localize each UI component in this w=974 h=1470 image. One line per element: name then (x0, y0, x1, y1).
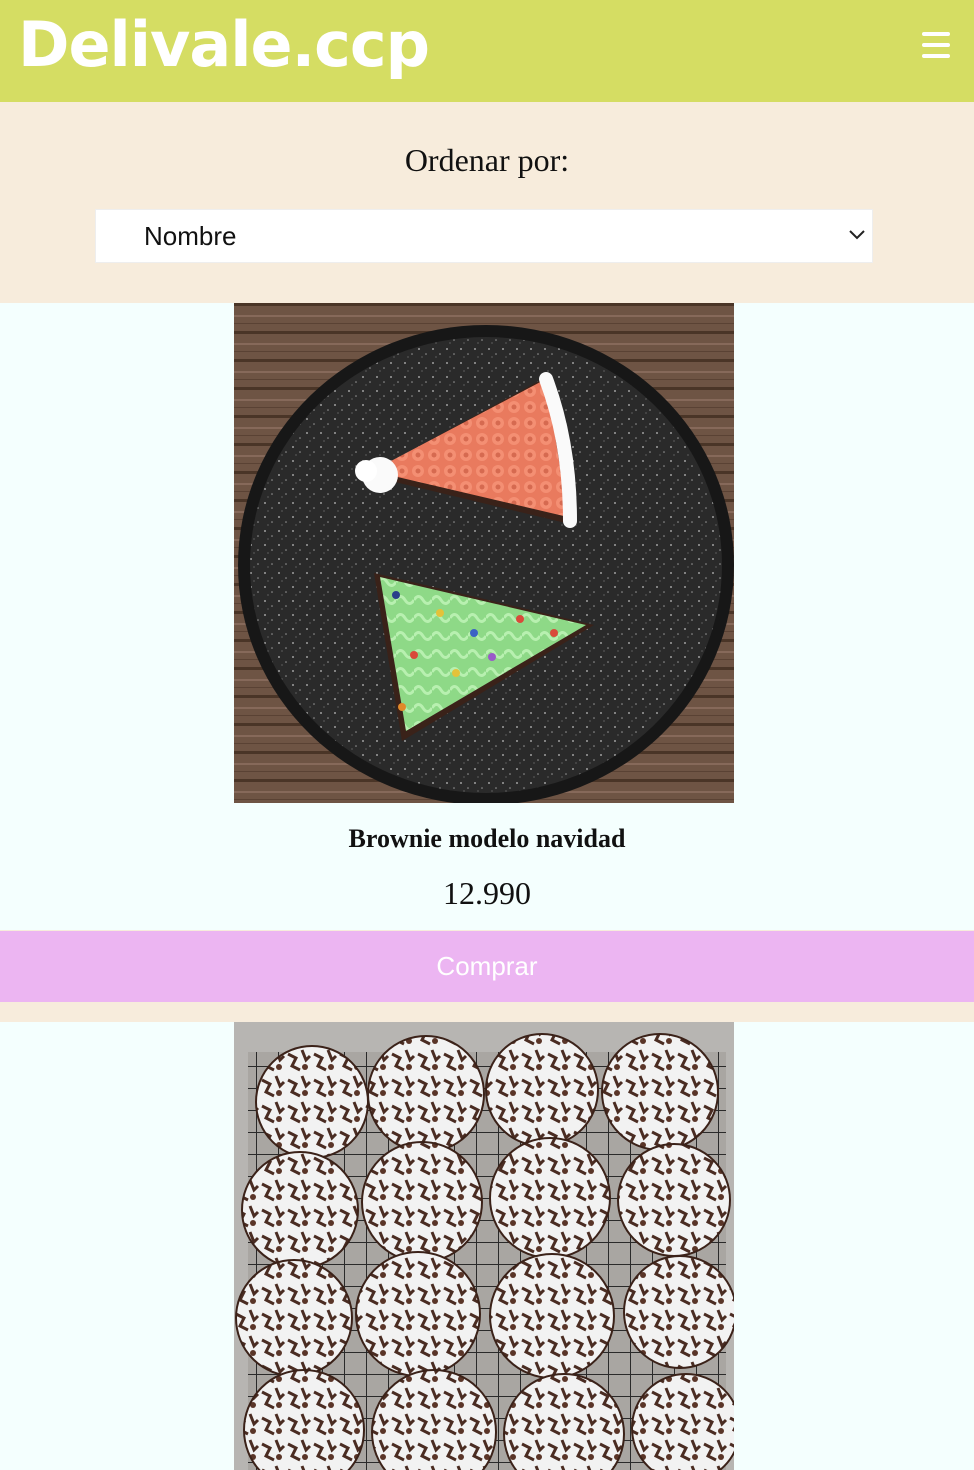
product-name[interactable]: Brownie modelo navidad (0, 821, 974, 857)
sort-select[interactable]: Nombre (95, 209, 873, 263)
product-card: Brownie modelo navidad 12.990 (0, 303, 974, 930)
product-image[interactable] (234, 1022, 734, 1470)
site-logo[interactable]: Delivale.ccp (18, 4, 430, 86)
product-price: 12.990 (443, 875, 531, 911)
product-card (0, 1022, 974, 1470)
buy-button[interactable]: Comprar (0, 931, 974, 1002)
sort-label: Ordenar por: (404, 142, 570, 178)
sort-select-value: Nombre (144, 221, 237, 251)
product-image[interactable] (234, 303, 734, 803)
sort-section: Ordenar por: Nombre (0, 102, 974, 303)
hamburger-menu-icon[interactable] (920, 32, 952, 58)
crinkle-cookies-photo (234, 1022, 734, 1470)
christmas-brownies-photo (234, 303, 734, 803)
chevron-down-icon (849, 230, 865, 240)
site-header: Delivale.ccp (0, 0, 974, 102)
